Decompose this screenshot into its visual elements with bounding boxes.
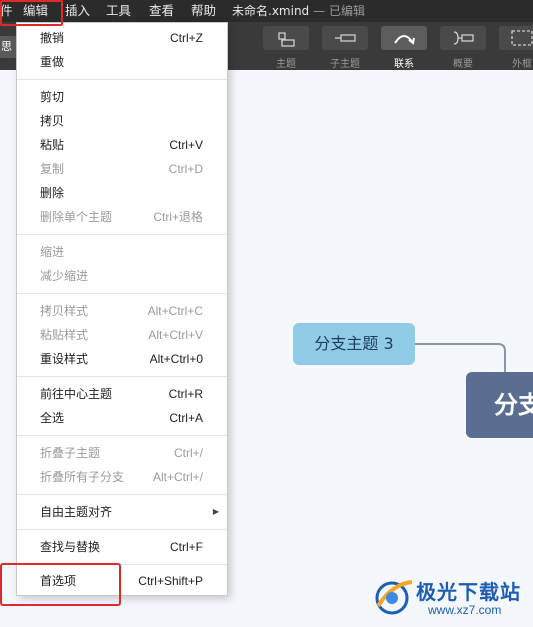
menu-item-label: 前往中心主题 <box>40 387 113 401</box>
subtopic-button-label: 子主题 <box>330 59 360 70</box>
topic-button[interactable] <box>263 26 309 50</box>
menu-item-label: 重设样式 <box>40 352 89 366</box>
menu-item-shortcut: Alt+Ctrl+0 <box>149 352 203 366</box>
summary-button[interactable] <box>440 26 486 50</box>
subtopic-button[interactable] <box>322 26 368 50</box>
menu-separator <box>17 79 227 80</box>
menu-separator <box>17 234 227 235</box>
menu-item-label: 查找与替换 <box>40 540 101 554</box>
menu-item-redo[interactable]: 重做 <box>17 51 227 73</box>
relationship-button[interactable] <box>381 26 427 50</box>
menu-item-label: 粘贴 <box>40 138 65 152</box>
menu-help[interactable]: 帮助 <box>191 0 216 22</box>
menu-item-label: 删除单个主题 <box>40 210 113 224</box>
menu-item-shortcut: Ctrl+A <box>169 411 203 425</box>
menu-item-label: 撤销 <box>40 31 65 45</box>
menu-item-label: 重做 <box>40 55 65 69</box>
menu-item-label: 折叠子主题 <box>40 446 101 460</box>
menu-item-shortcut: Alt+Ctrl+/ <box>152 470 203 484</box>
menu-item-label: 剪切 <box>40 90 65 104</box>
menu-item-copy-style[interactable]: 拷贝样式 Alt+Ctrl+C <box>17 300 227 322</box>
menu-separator <box>17 529 227 530</box>
menu-item-find-replace[interactable]: 查找与替换 Ctrl+F <box>17 536 227 558</box>
menu-item-label: 全选 <box>40 411 65 425</box>
menu-item-label: 减少缩进 <box>40 269 89 283</box>
submenu-arrow-icon: ▶ <box>212 507 219 516</box>
menu-item-label: 复制 <box>40 162 65 176</box>
menu-separator <box>17 435 227 436</box>
menu-item-label: 拷贝样式 <box>40 304 89 318</box>
summary-button-label: 概要 <box>453 59 473 70</box>
menu-item-go-central-topic[interactable]: 前往中心主题 Ctrl+R <box>17 383 227 405</box>
menu-item-label: 删除 <box>40 186 65 200</box>
document-title: 未命名.xmind — 已编辑 <box>232 0 365 22</box>
menu-separator <box>17 293 227 294</box>
menu-item-copy[interactable]: 拷贝 <box>17 110 227 132</box>
menu-item-label: 拷贝 <box>40 114 65 128</box>
menu-separator <box>17 494 227 495</box>
menu-item-undo[interactable]: 撤销 Ctrl+Z <box>17 27 227 49</box>
topic-icon <box>278 32 295 47</box>
menu-item-shortcut: Ctrl+F <box>170 540 203 554</box>
document-status: — 已编辑 <box>313 4 365 18</box>
menu-item-shortcut: Ctrl+/ <box>173 446 203 460</box>
preferences-highlight <box>0 563 121 606</box>
boundary-icon <box>511 30 533 46</box>
relationship-icon <box>394 35 415 45</box>
summary-icon <box>453 31 474 45</box>
menu-item-collapse-subtopics[interactable]: 折叠子主题 Ctrl+/ <box>17 442 227 464</box>
topic-button-label: 主题 <box>276 59 296 70</box>
menu-item-shortcut: Ctrl+Z <box>170 31 203 45</box>
menu-item-collapse-all-branches[interactable]: 折叠所有子分支 Alt+Ctrl+/ <box>17 466 227 488</box>
menu-item-label: 自由主题对齐 <box>40 505 113 519</box>
menu-view[interactable]: 查看 <box>149 0 174 22</box>
menu-item-cut[interactable]: 剪切 <box>17 86 227 108</box>
edit-menu-highlight <box>0 0 63 26</box>
menu-item-indent[interactable]: 缩进 <box>17 241 227 263</box>
menu-item-shortcut: Ctrl+Shift+P <box>138 574 203 588</box>
watermark: 极光下载站 www.xz7.com <box>372 576 530 622</box>
menu-item-paste-style[interactable]: 粘贴样式 Alt+Ctrl+V <box>17 324 227 346</box>
boundary-button-label: 外框 <box>512 59 532 70</box>
watermark-title: 极光下载站 <box>416 580 521 604</box>
menubar: 件 编辑 插入 工具 查看 帮助 未命名.xmind — 已编辑 <box>0 0 533 22</box>
watermark-logo-icon <box>375 580 413 615</box>
menu-item-shortcut: Ctrl+V <box>169 138 203 152</box>
menu-item-label: 折叠所有子分支 <box>40 470 125 484</box>
edit-menu-dropdown: 撤销 Ctrl+Z 重做 剪切 拷贝 粘贴 Ctrl+V 复制 Ctrl+D 删… <box>16 22 228 596</box>
document-name: 未命名.xmind <box>232 4 310 18</box>
watermark-url: www.xz7.com <box>428 603 502 617</box>
menu-item-shortcut: Ctrl+D <box>168 162 203 176</box>
boundary-button[interactable] <box>499 26 533 50</box>
menu-item-shortcut: Alt+Ctrl+C <box>147 304 203 318</box>
menu-insert[interactable]: 插入 <box>65 0 90 22</box>
branch-topic[interactable]: 分支主题 3 <box>293 323 415 365</box>
menu-item-shortcut: Alt+Ctrl+V <box>148 328 203 342</box>
menu-tools[interactable]: 工具 <box>106 0 131 22</box>
menu-item-label: 粘贴样式 <box>40 328 89 342</box>
menu-item-paste[interactable]: 粘贴 Ctrl+V <box>17 134 227 156</box>
menu-item-delete[interactable]: 删除 <box>17 182 227 204</box>
menu-item-label: 缩进 <box>40 245 65 259</box>
relationship-button-label: 联系 <box>394 59 414 70</box>
menu-separator <box>17 376 227 377</box>
menu-item-free-topic-align[interactable]: 自由主题对齐 ▶ <box>17 501 227 523</box>
menu-item-reset-style[interactable]: 重设样式 Alt+Ctrl+0 <box>17 348 227 370</box>
subtopic-icon <box>335 34 356 42</box>
menu-item-outdent[interactable]: 减少缩进 <box>17 265 227 287</box>
menu-item-shortcut: Ctrl+R <box>168 387 203 401</box>
menu-item-shortcut: Ctrl+退格 <box>153 210 203 224</box>
central-topic[interactable]: 分支 <box>466 372 533 438</box>
menu-item-duplicate[interactable]: 复制 Ctrl+D <box>17 158 227 180</box>
menu-item-delete-single-topic[interactable]: 删除单个主题 Ctrl+退格 <box>17 206 227 228</box>
menu-item-select-all[interactable]: 全选 Ctrl+A <box>17 407 227 429</box>
